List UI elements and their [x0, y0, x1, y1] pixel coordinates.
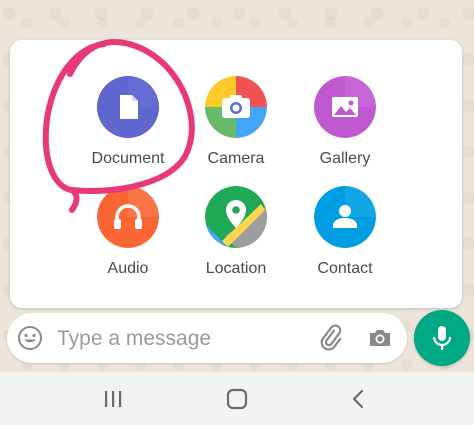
attach-contact-button[interactable]: Contact	[290, 186, 400, 278]
back-icon[interactable]	[346, 386, 372, 412]
recent-apps-icon[interactable]	[100, 386, 126, 412]
attach-contact-label: Contact	[317, 260, 373, 277]
message-composer	[7, 313, 407, 363]
emoji-icon[interactable]	[17, 325, 43, 351]
home-icon[interactable]	[224, 386, 250, 412]
attach-document-button[interactable]: Document	[73, 76, 183, 168]
attach-audio-button[interactable]: Audio	[73, 186, 183, 278]
attach-audio-label: Audio	[107, 260, 149, 277]
attach-gallery-label: Gallery	[319, 150, 371, 167]
system-nav-bar	[0, 372, 474, 425]
attach-gallery-button[interactable]: Gallery	[290, 76, 400, 168]
attach-camera-button[interactable]: Camera	[181, 76, 291, 168]
message-input[interactable]	[55, 323, 299, 355]
attach-location-label: Location	[205, 260, 267, 277]
gallery-icon	[314, 76, 376, 138]
attachment-menu: Document Camera Gallery Audio Location C…	[10, 40, 462, 308]
attach-document-label: Document	[91, 150, 165, 167]
attach-camera-label: Camera	[207, 150, 265, 167]
document-icon	[97, 76, 159, 138]
mic-icon	[432, 326, 452, 350]
attach-location-button[interactable]: Location	[181, 186, 291, 278]
camera-icon[interactable]	[367, 325, 393, 351]
paperclip-icon[interactable]	[317, 324, 345, 352]
person-icon	[314, 186, 376, 248]
map-pin-icon	[205, 186, 267, 248]
camera-icon	[205, 76, 267, 138]
voice-record-button[interactable]	[414, 310, 470, 366]
headphones-icon	[97, 186, 159, 248]
